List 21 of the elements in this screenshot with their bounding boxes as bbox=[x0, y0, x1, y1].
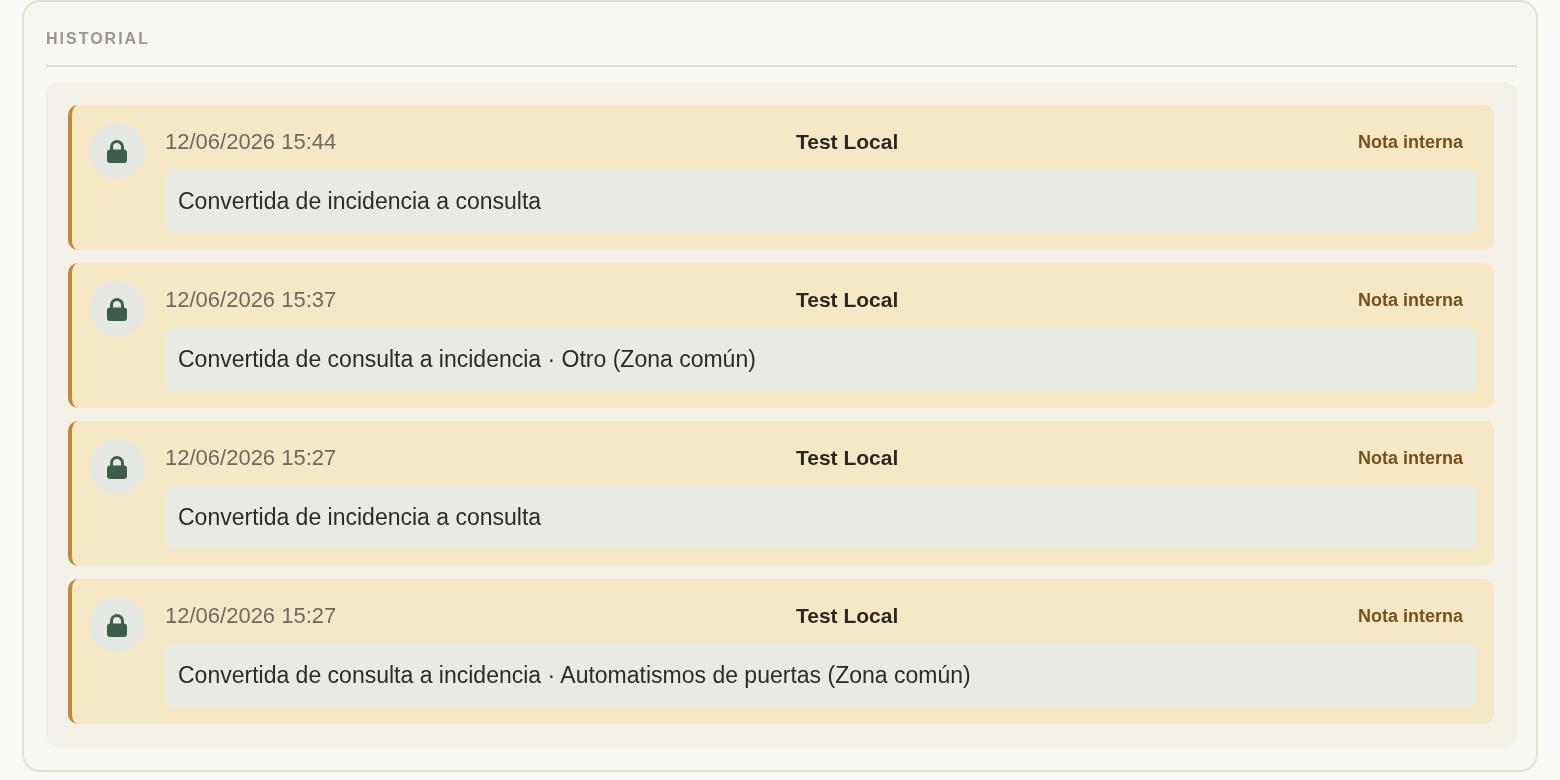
entry-author: Test Local bbox=[795, 288, 899, 312]
entry-tag: Nota interna bbox=[1357, 605, 1463, 627]
entry-tag: Nota interna bbox=[1357, 289, 1463, 311]
entry-author: Test Local bbox=[795, 604, 899, 628]
padlock-icon bbox=[89, 281, 145, 337]
entry-tag: Nota interna bbox=[1357, 131, 1463, 153]
padlock-icon bbox=[89, 123, 145, 179]
entry-tag: Nota interna bbox=[1357, 447, 1463, 469]
padlock-icon bbox=[89, 439, 145, 495]
entry-message: Convertida de consulta a incidencia · Otro (Zona común) bbox=[165, 328, 1476, 391]
entry-timestamp: 12/06/2026 15:27 bbox=[165, 603, 337, 629]
padlock-icon bbox=[89, 597, 145, 653]
section-title: HISTORIAL bbox=[46, 30, 150, 47]
entry-message: Convertida de incidencia a consulta bbox=[165, 170, 1476, 233]
entry-author: Test Local bbox=[795, 446, 899, 470]
entry-timestamp: 12/06/2026 15:37 bbox=[165, 287, 337, 313]
entry-timestamp: 12/06/2026 15:44 bbox=[165, 129, 337, 155]
entry-author: Test Local bbox=[795, 130, 899, 154]
entry-message: Convertida de incidencia a consulta bbox=[165, 486, 1476, 549]
entry-message: Convertida de consulta a incidencia · Automatismos de puertas (Zona común) bbox=[165, 644, 1476, 707]
entry-timestamp: 12/06/2026 15:27 bbox=[165, 445, 337, 471]
